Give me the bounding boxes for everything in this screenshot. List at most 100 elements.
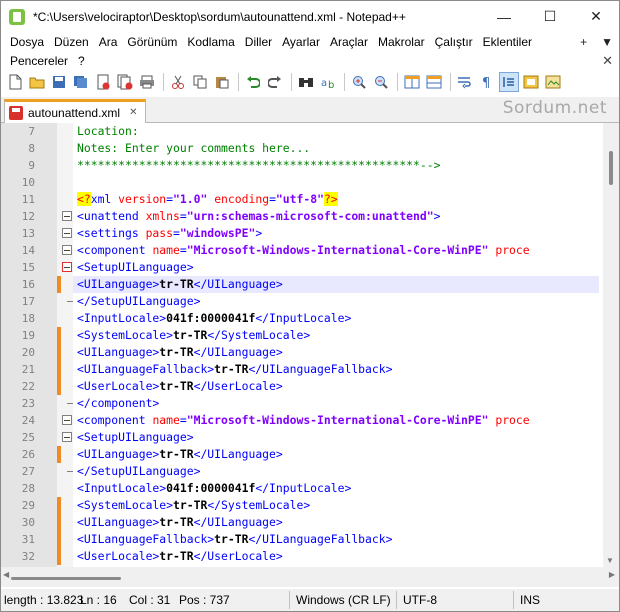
menu-ayarlar[interactable]: Ayarlar: [277, 35, 325, 49]
code-line[interactable]: </component>: [73, 395, 599, 412]
word-wrap-icon[interactable]: [455, 72, 475, 92]
new-file-icon[interactable]: [5, 72, 25, 92]
code-area[interactable]: Location: Notes: Enter your comments here…: [73, 123, 599, 567]
code-line[interactable]: Notes: Enter your comments here...: [73, 140, 599, 157]
code-token: <UILanguage>: [77, 447, 160, 461]
menu-diller[interactable]: Diller: [240, 35, 277, 49]
replace-icon[interactable]: ab: [318, 72, 338, 92]
horizontal-scroll-thumb[interactable]: [11, 577, 121, 580]
code-line[interactable]: </SetupUILanguage>: [73, 463, 599, 480]
code-token: </SystemLocale>: [207, 328, 311, 342]
code-line[interactable]: <UserLocale>tr-TR</UserLocale>: [73, 548, 599, 565]
scroll-left-arrow-icon[interactable]: ◀: [3, 570, 9, 579]
menu-araclar[interactable]: Araçlar: [325, 35, 373, 49]
fold-toggle-icon[interactable]: [62, 211, 72, 221]
code-line[interactable]: <UILanguage>tr-TR</UILanguage>: [73, 344, 599, 361]
indent-guide-icon[interactable]: [499, 72, 519, 92]
menu-gorunum[interactable]: Görünüm: [122, 35, 182, 49]
tab-list-down-icon[interactable]: ▼: [601, 35, 613, 49]
scroll-down-arrow-icon[interactable]: ▼: [606, 556, 614, 565]
fold-toggle-icon[interactable]: [62, 262, 72, 272]
tab-label: autounattend.xml: [28, 105, 121, 120]
document-map-icon[interactable]: [543, 72, 563, 92]
menu-kodlama[interactable]: Kodlama: [182, 35, 239, 49]
zoom-in-icon[interactable]: [349, 72, 369, 92]
code-line[interactable]: <settings pass="windowsPE">: [73, 225, 599, 242]
code-token: =: [179, 209, 187, 223]
code-line[interactable]: <SetupUILanguage>: [73, 429, 599, 446]
menu-ara[interactable]: Ara: [94, 35, 123, 49]
code-line[interactable]: <UILanguage>tr-TR</UILanguage>: [73, 276, 599, 293]
code-token: </component>: [77, 396, 160, 410]
code-line[interactable]: <unattend xmlns="urn:schemas-microsoft-c…: [73, 208, 599, 225]
code-token: xmlns: [145, 209, 180, 223]
scroll-right-arrow-icon[interactable]: ▶: [609, 570, 615, 579]
code-token: tr-TR: [159, 447, 194, 461]
minimize-button[interactable]: —: [481, 1, 527, 32]
save-icon[interactable]: [49, 72, 69, 92]
print-icon[interactable]: [137, 72, 157, 92]
menu-dosya[interactable]: Dosya: [5, 35, 49, 49]
vertical-scroll-thumb[interactable]: [609, 151, 613, 185]
status-insert-mode[interactable]: INS: [517, 589, 557, 611]
menu-pencereler[interactable]: Pencereler: [5, 54, 73, 68]
code-line[interactable]: <component name="Microsoft-Windows-Inter…: [73, 412, 599, 429]
status-encoding[interactable]: UTF-8: [400, 589, 510, 611]
menu-help[interactable]: ?: [73, 54, 90, 68]
user-defined-language-icon[interactable]: [521, 72, 541, 92]
code-line[interactable]: <UILanguage>tr-TR</UILanguage>: [73, 514, 599, 531]
code-token: </UILanguage>: [193, 277, 283, 291]
undo-icon[interactable]: [243, 72, 263, 92]
maximize-button[interactable]: ☐: [527, 1, 573, 32]
code-line[interactable]: <?xml version="1.0" encoding="utf-8"?>: [73, 191, 599, 208]
code-line[interactable]: <SystemLocale>tr-TR</SystemLocale>: [73, 497, 599, 514]
menu-duzen[interactable]: Düzen: [49, 35, 94, 49]
code-line[interactable]: <InputLocale>041f:0000041f</InputLocale>: [73, 480, 599, 497]
menu-eklentiler[interactable]: Eklentiler: [478, 35, 537, 49]
zoom-out-icon[interactable]: [371, 72, 391, 92]
paste-icon[interactable]: [212, 72, 232, 92]
code-line[interactable]: <UILanguageFallback>tr-TR</UILanguageFal…: [73, 361, 599, 378]
code-line[interactable]: <UILanguageFallback>tr-TR</UILanguageFal…: [73, 531, 599, 548]
open-file-icon[interactable]: [27, 72, 47, 92]
tab-autounattend[interactable]: autounattend.xml ✕: [4, 99, 146, 123]
code-line[interactable]: </SetupUILanguage>: [73, 293, 599, 310]
fold-toggle-icon[interactable]: [62, 415, 72, 425]
cut-icon[interactable]: [168, 72, 188, 92]
code-token: <component: [77, 243, 153, 257]
vertical-scrollbar[interactable]: ▼: [603, 123, 619, 567]
horizontal-scrollbar[interactable]: ◀ ▶: [1, 567, 619, 587]
show-all-characters-icon[interactable]: ¶: [477, 72, 497, 92]
code-token: <UILanguageFallback>: [77, 532, 215, 546]
save-all-icon[interactable]: [71, 72, 91, 92]
close-button[interactable]: ✕: [573, 1, 619, 32]
code-line[interactable]: <InputLocale>041f:0000041f</InputLocale>: [73, 310, 599, 327]
fold-toggle-icon[interactable]: [62, 245, 72, 255]
code-line[interactable]: <component name="Microsoft-Windows-Inter…: [73, 242, 599, 259]
new-tab-plus-icon[interactable]: +: [580, 35, 587, 49]
status-eol[interactable]: Windows (CR LF): [293, 589, 393, 611]
editor[interactable]: 7 8 9 10 11 12 13 14 15 16 17 18 19 20 21 22 23 24 25 26 27 2…: [1, 123, 619, 567]
close-document-icon[interactable]: ✕: [602, 51, 613, 70]
menu-calistir[interactable]: Çalıştır: [430, 35, 478, 49]
code-line[interactable]: ****************************************…: [73, 157, 599, 174]
code-line[interactable]: Location:: [73, 123, 599, 140]
code-line[interactable]: <SetupUILanguage>: [73, 259, 599, 276]
code-line[interactable]: [73, 174, 599, 191]
code-token: <InputLocale>: [77, 311, 167, 325]
line-number: 13: [21, 227, 35, 240]
fold-toggle-icon[interactable]: [62, 228, 72, 238]
sync-vertical-icon[interactable]: [402, 72, 422, 92]
find-icon[interactable]: [296, 72, 316, 92]
close-file-icon[interactable]: [93, 72, 113, 92]
code-line[interactable]: <UserLocale>tr-TR</UserLocale>: [73, 378, 599, 395]
sync-horizontal-icon[interactable]: [424, 72, 444, 92]
code-line[interactable]: <SystemLocale>tr-TR</SystemLocale>: [73, 327, 599, 344]
redo-icon[interactable]: [265, 72, 285, 92]
close-all-icon[interactable]: [115, 72, 135, 92]
menu-makrolar[interactable]: Makrolar: [373, 35, 430, 49]
fold-toggle-icon[interactable]: [62, 432, 72, 442]
code-line[interactable]: <UILanguage>tr-TR</UILanguage>: [73, 446, 599, 463]
tab-close-icon[interactable]: ✕: [129, 107, 137, 118]
copy-icon[interactable]: [190, 72, 210, 92]
